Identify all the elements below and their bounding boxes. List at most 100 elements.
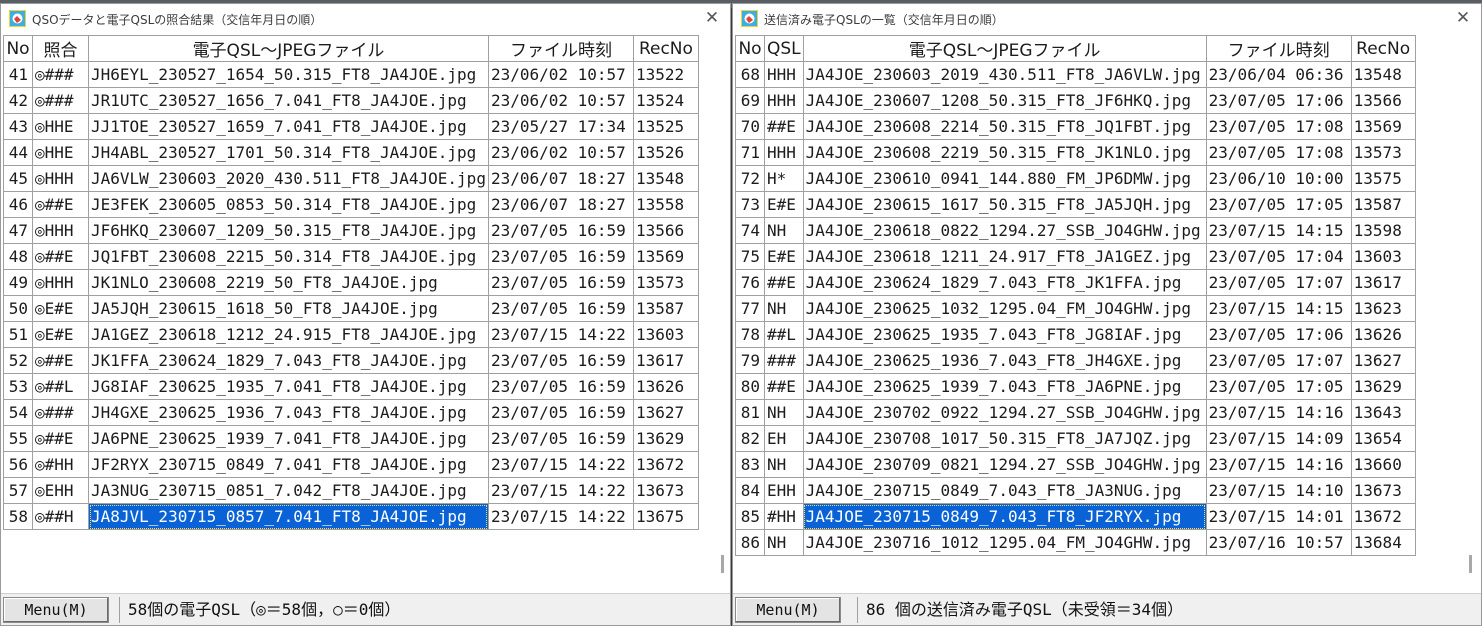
row-recno-cell: 13626 — [1350, 321, 1416, 348]
row-recno-cell: 13575 — [1350, 165, 1416, 192]
sent-qsl-grid[interactable]: No QSL 電子QSL～JPEGファイル ファイル時刻 RecNo 68 HHH JA4J… — [735, 35, 1481, 594]
table-row[interactable]: 73 E#E JA4JOE_230615_1617_50.315_FT8_JA5JQ… — [735, 191, 1416, 218]
column-header-status[interactable]: QSL — [764, 35, 804, 62]
row-status-cell: ◎HHE — [32, 113, 89, 140]
match-results-table: No 照合 電子QSL～JPEGファイル ファイル時刻 RecNo 41 ◎### JH6E… — [3, 35, 699, 530]
table-row[interactable]: 75 E#E JA4JOE_230618_1211_24.917_FT8_JA1GE… — [735, 243, 1416, 270]
row-recno-cell: 13672 — [632, 451, 699, 478]
table-row[interactable]: 77 NH JA4JOE_230625_1032_1295.04_FM_JO4GHW… — [735, 295, 1416, 322]
table-row[interactable]: 45 ◎HHH JA6VLW_230603_2020_430.511_FT8_JA4… — [3, 165, 699, 192]
menu-button[interactable]: Menu(M) — [3, 597, 109, 623]
row-filetime-cell: 23/07/15 14:22 — [487, 477, 634, 504]
table-row[interactable]: 70 ##E JA4JOE_230608_2214_50.315_FT8_JQ1FB… — [735, 113, 1416, 140]
row-no-cell: 76 — [735, 269, 765, 296]
table-row[interactable]: 48 ◎##E JQ1FBT_230608_2215_50.314_FT8_JA4J… — [3, 243, 699, 270]
row-filename-cell: JA4JOE_230716_1012_1295.04_FM_JO4GHW.jpg — [802, 529, 1207, 556]
row-filename-cell: JK1FFA_230624_1829_7.043_FT8_JA4JOE.jpg — [88, 347, 489, 374]
row-status-cell: ◎##H — [32, 503, 89, 530]
table-row[interactable]: 53 ◎##L JG8IAF_230625_1935_7.041_FT8_JA4JO… — [3, 373, 699, 400]
row-filename-cell: JA4JOE_230715_0849_7.043_FT8_JA3NUG.jpg — [802, 477, 1207, 504]
table-row[interactable]: 74 NH JA4JOE_230618_0822_1294.27_SSB_JO4GH… — [735, 217, 1416, 244]
table-row[interactable]: 49 ◎HHH JK1NLO_230608_2219_50_FT8_JA4JOE.j… — [3, 269, 699, 296]
table-row[interactable]: 42 ◎### JR1UTC_230527_1656_7.041_FT8_JA4JO… — [3, 87, 699, 114]
column-header-recno[interactable]: RecNo — [632, 35, 699, 62]
row-status-cell: NH — [764, 451, 804, 478]
column-header-filetime[interactable]: ファイル時刻 — [487, 35, 634, 62]
table-row[interactable]: 86 NH JA4JOE_230716_1012_1295.04_FM_JO4GHW… — [735, 529, 1416, 556]
table-row[interactable]: 68 HHH JA4JOE_230603_2019_430.511_FT8_JA6V… — [735, 61, 1416, 88]
row-no-cell: 42 — [3, 87, 33, 114]
row-filetime-cell: 23/07/05 17:04 — [1205, 243, 1352, 270]
table-row[interactable]: 55 ◎##E JA6PNE_230625_1939_7.041_FT8_JA4JO… — [3, 425, 699, 452]
table-row[interactable]: 76 ##E JA4JOE_230624_1829_7.043_FT8_JK1FFA… — [735, 269, 1416, 296]
table-row[interactable]: 43 ◎HHE JJ1TOE_230527_1659_7.041_FT8_JA4JO… — [3, 113, 699, 140]
row-status-cell: E#E — [764, 243, 804, 270]
table-row[interactable]: 54 ◎### JH4GXE_230625_1936_7.043_FT8_JA4JO… — [3, 399, 699, 426]
row-status-cell: ##E — [764, 113, 804, 140]
row-filetime-cell: 23/07/15 14:15 — [1205, 295, 1352, 322]
row-no-cell: 72 — [735, 165, 765, 192]
table-row[interactable]: 47 ◎HHH JF6HKQ_230607_1209_50.315_FT8_JA4J… — [3, 217, 699, 244]
column-header-no[interactable]: No — [735, 35, 765, 62]
title-bar[interactable]: QSOデータと電子QSLの照合結果（交信年月日の順） ✕ — [1, 4, 730, 33]
row-filetime-cell: 23/07/15 14:16 — [1205, 399, 1352, 426]
table-row[interactable]: 46 ◎##E JE3FEK_230605_0853_50.314_FT8_JA4J… — [3, 191, 699, 218]
table-row[interactable]: 52 ◎##E JK1FFA_230624_1829_7.043_FT8_JA4JO… — [3, 347, 699, 374]
table-row[interactable]: 82 EH JA4JOE_230708_1017_50.315_FT8_JA7JQZ… — [735, 425, 1416, 452]
match-results-grid[interactable]: No 照合 電子QSL～JPEGファイル ファイル時刻 RecNo 41 ◎### JH6E… — [3, 35, 730, 594]
table-row[interactable]: 50 ◎E#E JA5JQH_230615_1618_50_FT8_JA4JOE.j… — [3, 295, 699, 322]
table-row[interactable]: 44 ◎HHE JH4ABL_230527_1701_50.314_FT8_JA4J… — [3, 139, 699, 166]
app-logo-icon — [741, 10, 758, 27]
table-row[interactable]: 79 ### JA4JOE_230625_1936_7.043_FT8_JH4GXE… — [735, 347, 1416, 374]
table-row[interactable]: 56 ◎#HH JF2RYX_230715_0849_7.041_FT8_JA4JO… — [3, 451, 699, 478]
table-row[interactable]: 58 ◎##H JA8JVL_230715_0857_7.041_FT8_JA4JO… — [3, 503, 699, 530]
table-row[interactable]: 57 ◎EHH JA3NUG_230715_0851_7.042_FT8_JA4JO… — [3, 477, 699, 504]
table-row[interactable]: 80 ##E JA4JOE_230625_1939_7.043_FT8_JA6PNE… — [735, 373, 1416, 400]
scrollbar-thumb[interactable] — [1469, 555, 1472, 573]
row-filetime-cell: 23/07/05 17:07 — [1205, 269, 1352, 296]
table-row[interactable]: 81 NH JA4JOE_230702_0922_1294.27_SSB_JO4GH… — [735, 399, 1416, 426]
row-no-cell: 46 — [3, 191, 33, 218]
column-header-filename[interactable]: 電子QSL～JPEGファイル — [802, 35, 1207, 62]
table-row[interactable]: 41 ◎### JH6EYL_230527_1654_50.315_FT8_JA4J… — [3, 61, 699, 88]
row-filetime-cell: 23/07/05 17:05 — [1205, 373, 1352, 400]
row-recno-cell: 13603 — [632, 321, 699, 348]
row-filetime-cell: 23/07/15 14:10 — [1205, 477, 1352, 504]
table-row[interactable]: 84 EHH JA4JOE_230715_0849_7.043_FT8_JA3NUG… — [735, 477, 1416, 504]
table-row[interactable]: 72 H* JA4JOE_230610_0941_144.880_FM_JP6DMW… — [735, 165, 1416, 192]
row-recno-cell: 13525 — [632, 113, 699, 140]
menu-button[interactable]: Menu(M) — [735, 597, 841, 623]
row-filetime-cell: 23/07/15 14:09 — [1205, 425, 1352, 452]
row-recno-cell: 13627 — [632, 399, 699, 426]
row-no-cell: 71 — [735, 139, 765, 166]
row-recno-cell: 13617 — [632, 347, 699, 374]
table-row[interactable]: 78 ##L JA4JOE_230625_1935_7.043_FT8_JG8IAF… — [735, 321, 1416, 348]
table-row[interactable]: 85 #HH JA4JOE_230715_0849_7.043_FT8_JF2RYX… — [735, 503, 1416, 530]
row-status-cell: HHH — [764, 61, 804, 88]
table-row[interactable]: 83 NH JA4JOE_230709_0821_1294.27_SSB_JO4GH… — [735, 451, 1416, 478]
row-filename-cell: JF2RYX_230715_0849_7.041_FT8_JA4JOE.jpg — [88, 451, 489, 478]
row-filetime-cell: 23/07/15 14:22 — [487, 503, 634, 530]
row-recno-cell: 13603 — [1350, 243, 1416, 270]
table-row[interactable]: 51 ◎E#E JA1GEZ_230618_1212_24.915_FT8_JA4J… — [3, 321, 699, 348]
close-icon[interactable]: ✕ — [702, 7, 722, 29]
column-header-filetime[interactable]: ファイル時刻 — [1205, 35, 1352, 62]
row-filetime-cell: 23/07/05 16:59 — [487, 399, 634, 426]
row-no-cell: 51 — [3, 321, 33, 348]
table-row[interactable]: 71 HHH JA4JOE_230608_2219_50.315_FT8_JK1NL… — [735, 139, 1416, 166]
row-recno-cell: 13626 — [632, 373, 699, 400]
row-filename-cell: JA4JOE_230624_1829_7.043_FT8_JK1FFA.jpg — [802, 269, 1207, 296]
column-header-filename[interactable]: 電子QSL～JPEGファイル — [88, 35, 489, 62]
title-bar[interactable]: 送信済み電子QSLの一覧（交信年月日の順） ✕ — [733, 4, 1481, 33]
row-no-cell: 45 — [3, 165, 33, 192]
row-filename-cell: JA4JOE_230625_1936_7.043_FT8_JH4GXE.jpg — [802, 347, 1207, 374]
row-filetime-cell: 23/07/05 16:59 — [487, 217, 634, 244]
column-header-recno[interactable]: RecNo — [1350, 35, 1416, 62]
close-icon[interactable]: ✕ — [1453, 7, 1473, 29]
column-header-status[interactable]: 照合 — [32, 35, 89, 62]
column-header-no[interactable]: No — [3, 35, 33, 62]
table-row[interactable]: 69 HHH JA4JOE_230607_1208_50.315_FT8_JF6HK… — [735, 87, 1416, 114]
row-filetime-cell: 23/06/02 10:57 — [487, 87, 634, 114]
row-filetime-cell: 23/07/05 17:08 — [1205, 113, 1352, 140]
scrollbar-thumb[interactable] — [721, 555, 724, 573]
